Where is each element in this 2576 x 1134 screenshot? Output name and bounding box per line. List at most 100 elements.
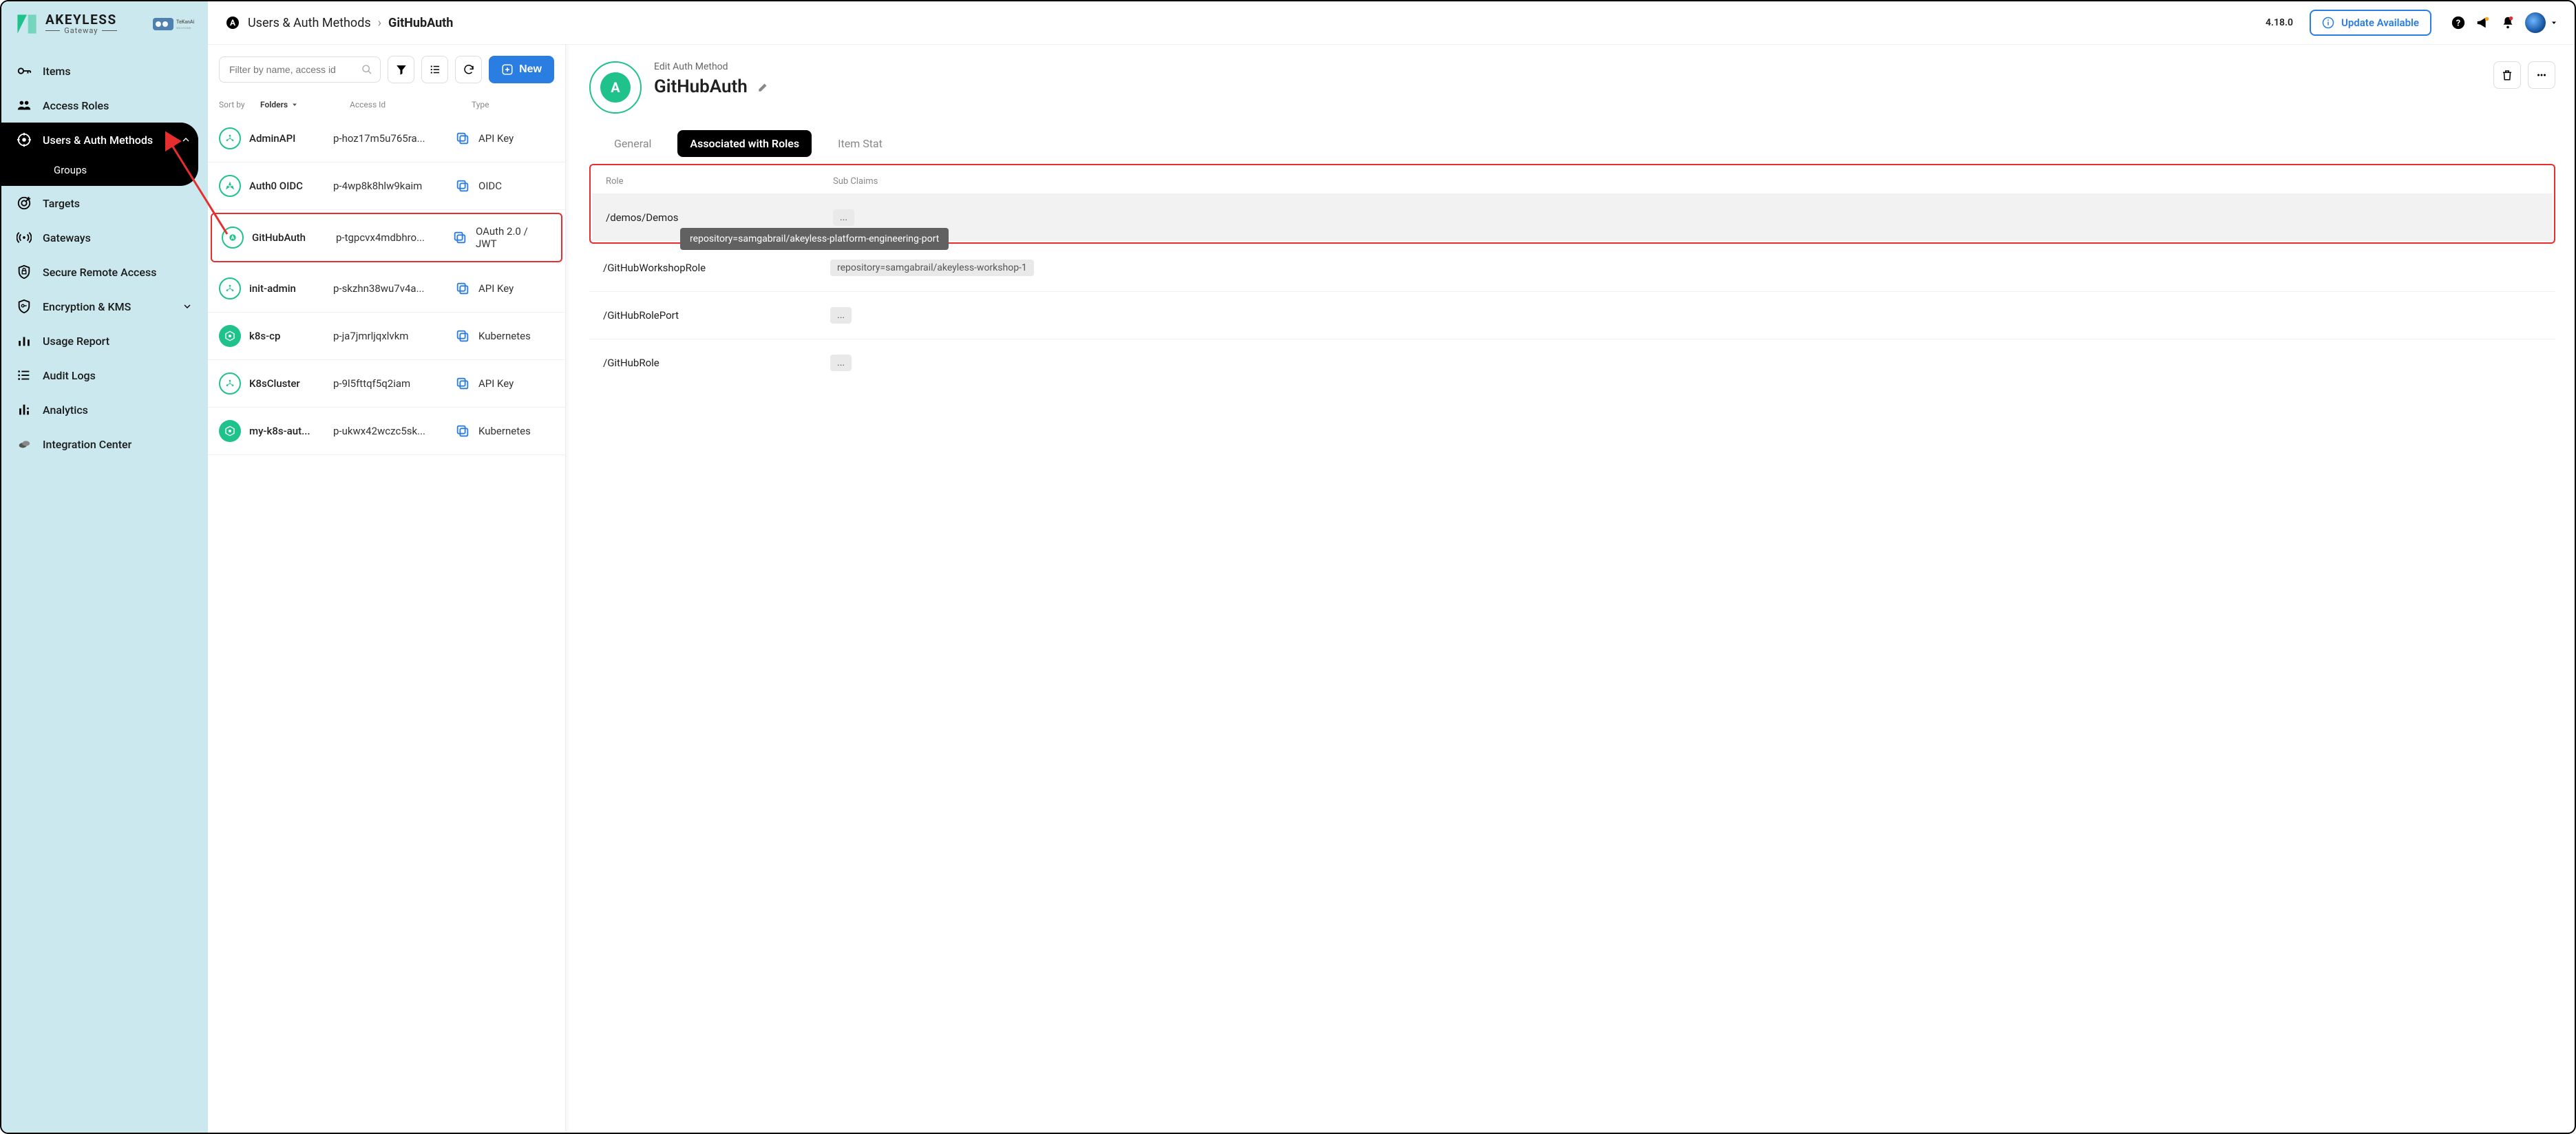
refresh-icon bbox=[463, 63, 475, 76]
view-list-button[interactable] bbox=[421, 56, 448, 83]
nav-encryption[interactable]: Encryption & KMS bbox=[1, 289, 208, 324]
svg-text:A: A bbox=[230, 18, 236, 28]
tenant-badge-icon: TeKanAid SOLUTIONS bbox=[153, 14, 194, 34]
access-header: Access Id bbox=[350, 100, 465, 109]
nav-label: Users & Auth Methods bbox=[43, 134, 153, 147]
copy-icon[interactable] bbox=[455, 131, 470, 146]
nav-label: Integration Center bbox=[43, 438, 131, 451]
update-label: Update Available bbox=[2341, 17, 2419, 29]
target-icon bbox=[17, 196, 32, 211]
shield-key-icon bbox=[17, 299, 32, 314]
list-row[interactable]: K8sClusterp-9l5fttqf5q2iamAPI Key bbox=[208, 360, 565, 408]
caret-down-icon bbox=[291, 101, 299, 109]
nav-gateways[interactable]: Gateways bbox=[1, 220, 208, 255]
nav-targets[interactable]: Targets bbox=[1, 186, 208, 220]
new-button[interactable]: New bbox=[489, 56, 554, 83]
nav: Items Access Roles Users & Auth Methods … bbox=[1, 50, 208, 1133]
sub-claims-chip[interactable]: ... bbox=[830, 307, 852, 324]
avatar bbox=[2525, 12, 2546, 33]
sidebar: AKEYLESS Gateway TeKanAid SOLUTIONS Item… bbox=[1, 1, 208, 1133]
list-row[interactable]: my-k8s-aut...p-ukwx42wczc5sk...Kubernete… bbox=[208, 408, 565, 455]
copy-icon[interactable] bbox=[455, 423, 470, 439]
gear-badge-icon: A bbox=[224, 14, 241, 31]
sub-claims-chip[interactable]: ... bbox=[830, 355, 852, 371]
filter-input[interactable] bbox=[219, 56, 381, 83]
update-available-button[interactable]: Update Available bbox=[2310, 10, 2431, 36]
copy-icon[interactable] bbox=[455, 178, 470, 193]
role-row[interactable]: /GitHubRolePort ... bbox=[589, 291, 2555, 339]
row-access-id: p-4wp8k8hlw9kaim bbox=[333, 180, 447, 192]
analytics-icon bbox=[17, 402, 32, 417]
nav-label: Secure Remote Access bbox=[43, 266, 156, 279]
copy-icon[interactable] bbox=[455, 328, 470, 344]
tab-item-stat[interactable]: Item Stat bbox=[825, 130, 895, 157]
role-row[interactable]: /GitHubRole ... bbox=[589, 339, 2555, 386]
role-row[interactable]: /GitHubWorkshopRole repository=samgabrai… bbox=[589, 244, 2555, 291]
help-icon[interactable]: ? bbox=[2451, 15, 2466, 30]
gear-badge-icon bbox=[17, 132, 32, 147]
bell-icon[interactable] bbox=[2500, 15, 2515, 30]
shield-lock-icon bbox=[17, 264, 32, 280]
svg-text:?: ? bbox=[2456, 19, 2460, 29]
tabs: General Associated with Roles Item Stat bbox=[589, 130, 2555, 157]
nav-access-roles[interactable]: Access Roles bbox=[1, 88, 208, 123]
copy-icon[interactable] bbox=[455, 376, 470, 391]
trash-icon bbox=[2501, 69, 2513, 81]
role-path: /demos/Demos bbox=[606, 211, 833, 224]
tab-associated-roles[interactable]: Associated with Roles bbox=[677, 130, 812, 157]
sub-claims-chip[interactable]: ... bbox=[833, 209, 854, 226]
list-row[interactable]: init-adminp-skzhn38wu7v4a...API Key bbox=[208, 265, 565, 313]
list-row[interactable]: AdminAPIp-hoz17m5u765ra...API Key bbox=[208, 115, 565, 162]
row-name: my-k8s-aut... bbox=[249, 425, 325, 437]
list-row[interactable]: AGitHubAuthp-tgpcvx4mdbhro...OAuth 2.0 /… bbox=[211, 213, 562, 262]
sub-claims-chip[interactable]: repository=samgabrail/akeyless-workshop-… bbox=[830, 260, 1034, 276]
breadcrumb-section[interactable]: Users & Auth Methods bbox=[248, 16, 371, 30]
info-icon bbox=[2322, 17, 2334, 29]
svg-text:SOLUTIONS: SOLUTIONS bbox=[176, 26, 191, 30]
folders-sort[interactable]: Folders bbox=[260, 100, 336, 109]
edit-icon[interactable] bbox=[757, 81, 770, 93]
nav-audit-logs[interactable]: Audit Logs bbox=[1, 358, 208, 392]
megaphone-icon[interactable] bbox=[2475, 15, 2491, 30]
more-button[interactable] bbox=[2528, 61, 2555, 89]
caret-down-icon bbox=[2550, 19, 2558, 27]
list-row[interactable]: k8s-cpp-ja7jmrljqxlvkmKubernetes bbox=[208, 313, 565, 360]
list-view-icon bbox=[429, 63, 441, 76]
nav-groups[interactable]: Groups bbox=[1, 156, 189, 186]
row-name: Auth0 OIDC bbox=[249, 180, 325, 192]
dots-icon bbox=[2535, 69, 2548, 81]
filter-button[interactable] bbox=[388, 56, 414, 83]
breadcrumb-sep: › bbox=[378, 16, 381, 30]
list-row[interactable]: Auth0 OIDCp-4wp8k8hlw9kaimOIDC bbox=[208, 162, 565, 210]
row-type: Kubernetes bbox=[478, 425, 554, 437]
brand-name: AKEYLESS bbox=[45, 13, 117, 26]
nav-secure-remote[interactable]: Secure Remote Access bbox=[1, 255, 208, 289]
roles-header-role: Role bbox=[606, 176, 833, 187]
avatar-letter: A bbox=[600, 72, 631, 103]
role-path: /GitHubRolePort bbox=[603, 309, 830, 322]
svg-text:A: A bbox=[231, 235, 235, 241]
new-label: New bbox=[519, 63, 542, 76]
roles-header-sub: Sub Claims bbox=[833, 176, 2539, 187]
users-icon bbox=[17, 98, 32, 113]
akeyless-mark-icon bbox=[15, 12, 39, 36]
copy-icon[interactable] bbox=[455, 281, 470, 296]
roles-rest: /GitHubWorkshopRole repository=samgabrai… bbox=[589, 244, 2555, 386]
nav-items[interactable]: Items bbox=[1, 54, 208, 88]
svg-text:TeKanAid: TeKanAid bbox=[176, 19, 194, 25]
key-icon bbox=[17, 63, 32, 78]
nav-integration[interactable]: Integration Center bbox=[1, 427, 208, 461]
row-name: K8sCluster bbox=[249, 377, 325, 390]
row-access-id: p-skzhn38wu7v4a... bbox=[333, 282, 447, 295]
delete-button[interactable] bbox=[2493, 61, 2521, 89]
nav-analytics[interactable]: Analytics bbox=[1, 392, 208, 427]
row-access-id: p-tgpcvx4mdbhro... bbox=[336, 231, 444, 244]
nav-users-auth[interactable]: Users & Auth Methods bbox=[1, 123, 198, 157]
tab-general[interactable]: General bbox=[602, 130, 664, 157]
nav-usage-report[interactable]: Usage Report bbox=[1, 324, 208, 358]
refresh-button[interactable] bbox=[455, 56, 482, 83]
copy-icon[interactable] bbox=[452, 230, 467, 245]
user-menu[interactable] bbox=[2525, 12, 2558, 33]
sort-label: Sort by bbox=[219, 100, 253, 109]
logo-area: AKEYLESS Gateway TeKanAid SOLUTIONS bbox=[1, 1, 208, 50]
